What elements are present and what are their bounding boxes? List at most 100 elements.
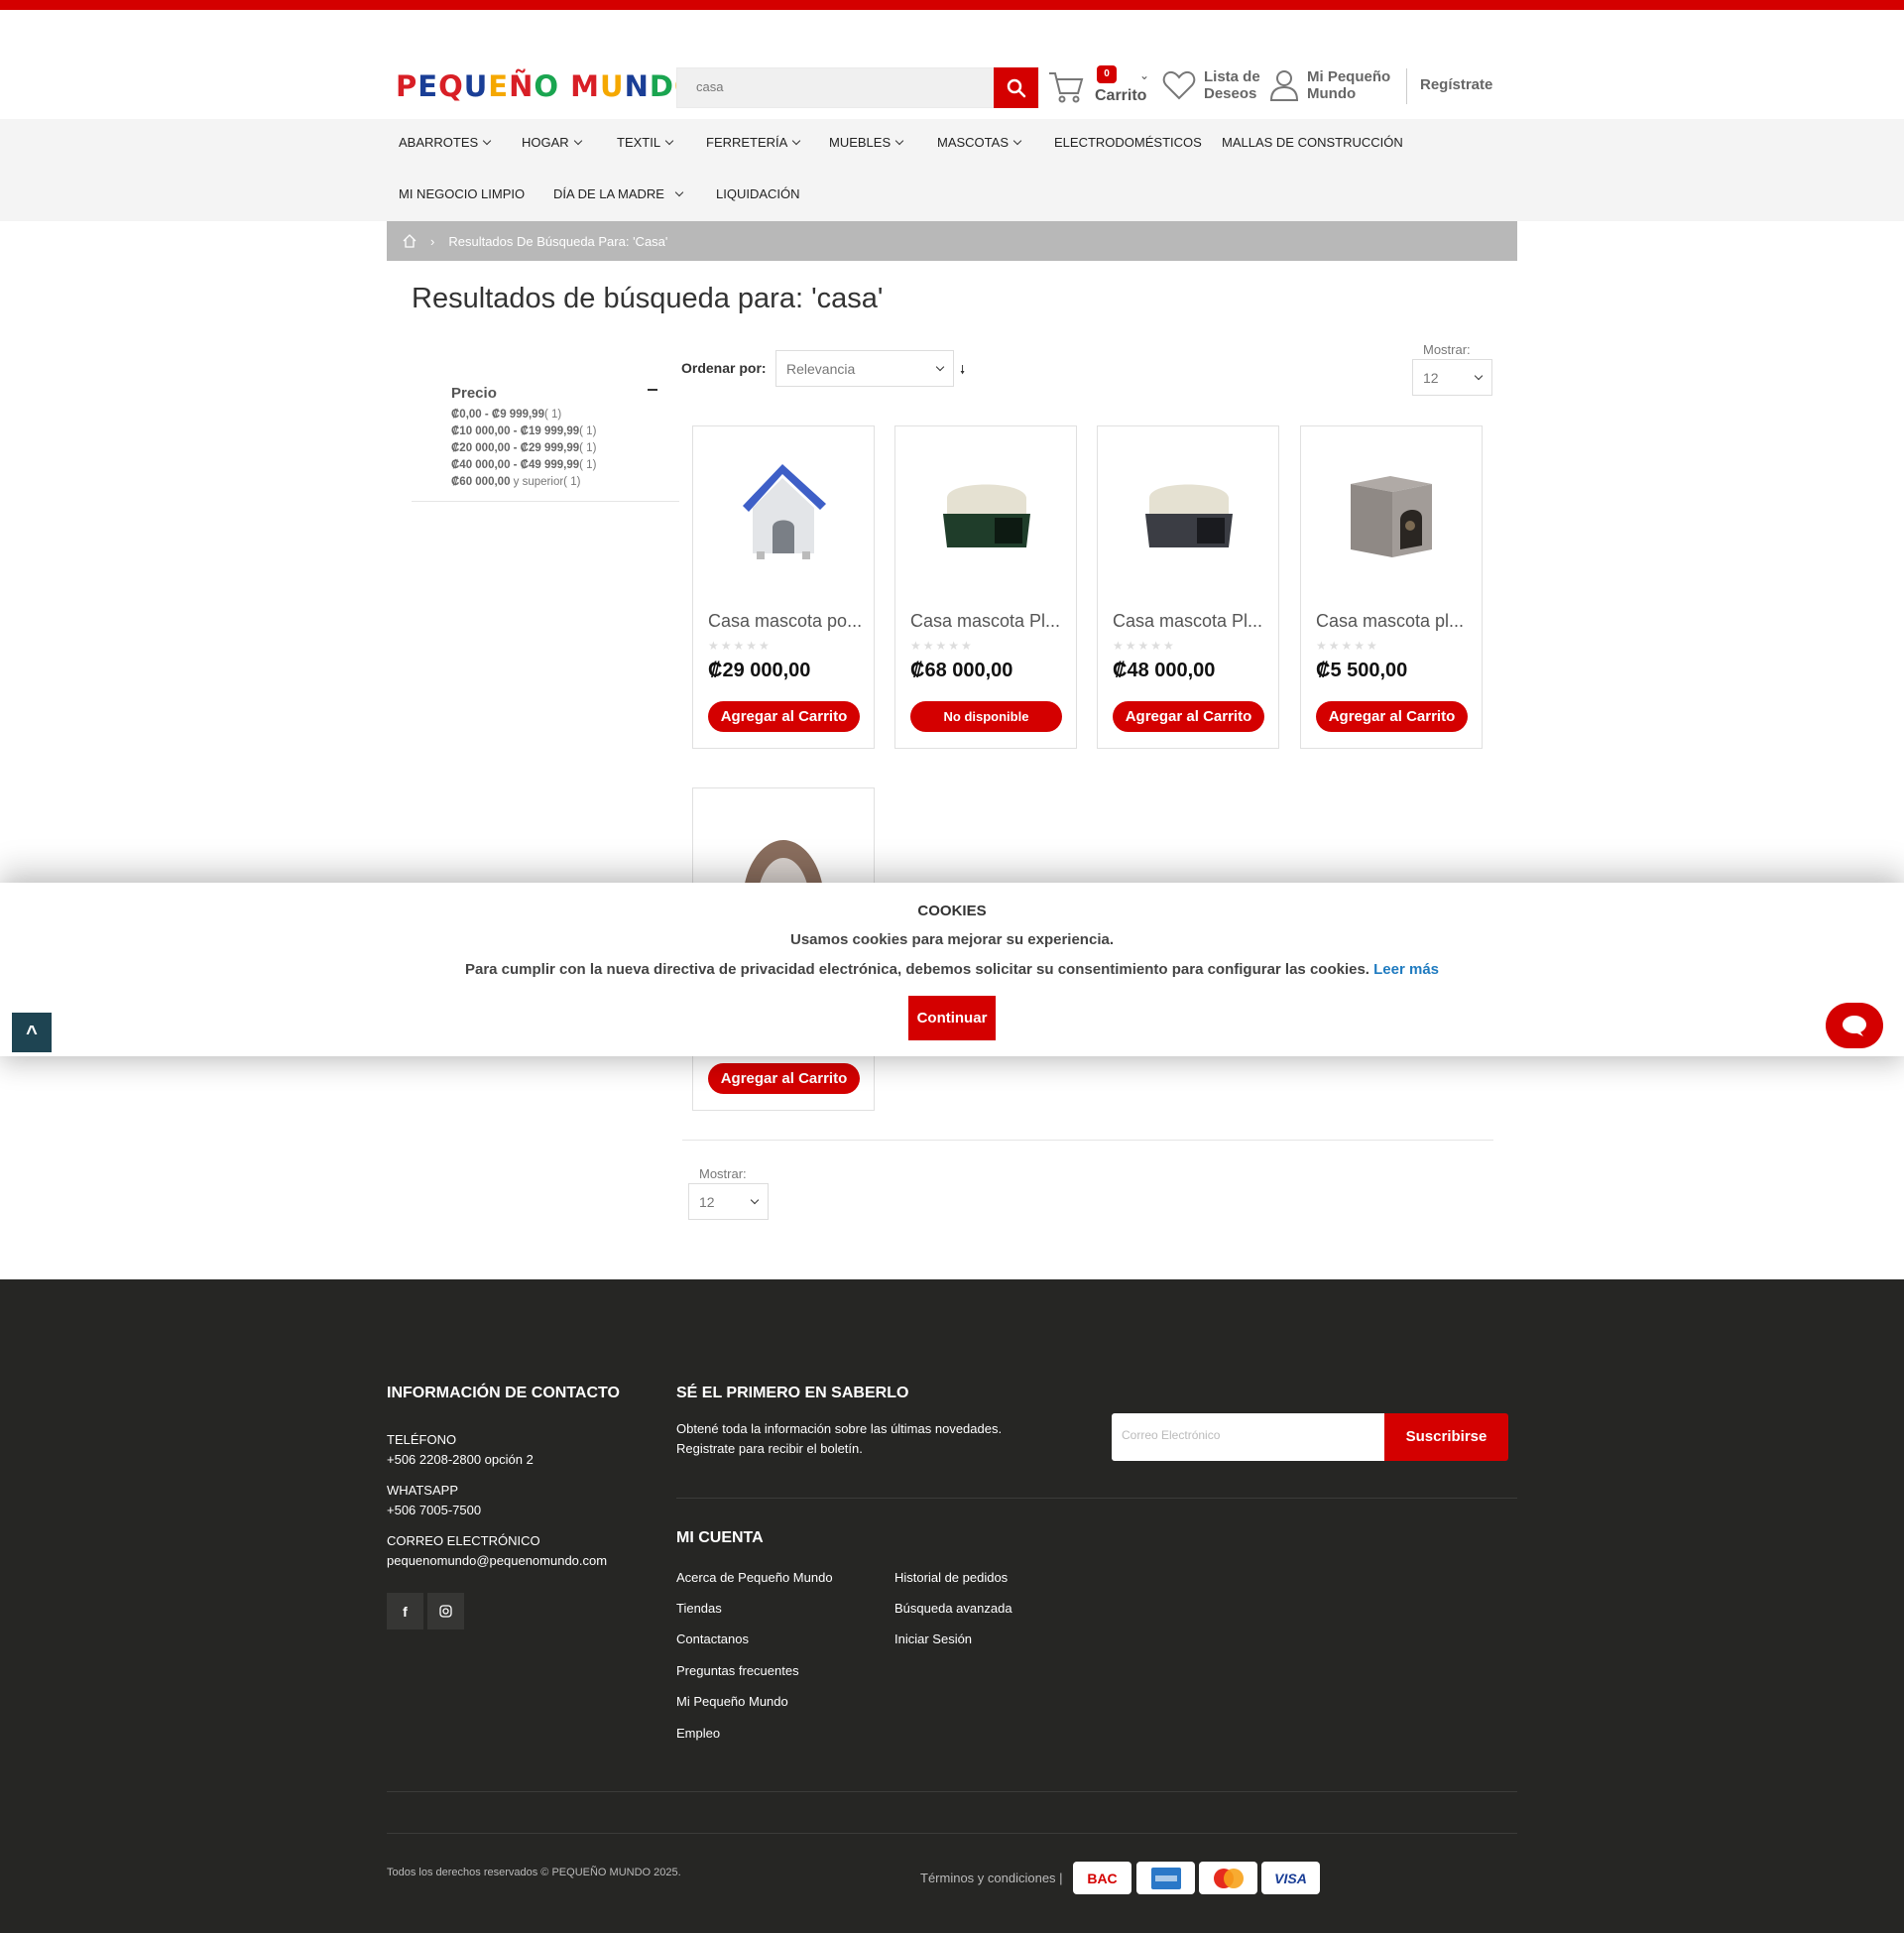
product-image[interactable] xyxy=(1128,446,1249,567)
filter-title[interactable]: Precio xyxy=(451,385,497,402)
limiter-select-bottom[interactable]: 12 xyxy=(688,1183,769,1220)
footer-link[interactable]: Mi Pequeño Mundo xyxy=(676,1694,788,1709)
nav-item-ferreteria[interactable]: FERRETERÍA xyxy=(706,135,801,150)
product-price: ₡48 000,00 xyxy=(1113,660,1216,681)
footer-link[interactable]: Tiendas xyxy=(676,1601,722,1616)
nav-item-muebles[interactable]: MUEBLES xyxy=(829,135,904,150)
logo-letter: M xyxy=(570,69,601,103)
nav-item-textil[interactable]: TEXTIL xyxy=(617,135,674,150)
product-name[interactable]: Casa mascota po... xyxy=(708,611,867,632)
home-icon[interactable] xyxy=(403,234,416,248)
facebook-icon[interactable]: f xyxy=(387,1593,423,1630)
nav-item-hogar[interactable]: HOGAR xyxy=(522,135,582,150)
instagram-icon[interactable] xyxy=(427,1593,464,1630)
chevron-down-icon xyxy=(1012,136,1022,145)
product-name[interactable]: Casa mascota Pl... xyxy=(910,611,1069,632)
footer-link[interactable]: Empleo xyxy=(676,1726,720,1741)
account-link[interactable]: Mi Pequeño Mundo xyxy=(1269,68,1390,102)
site-footer: INFORMACIÓN DE CONTACTO TELÉFONO +506 22… xyxy=(0,1279,1904,1933)
add-to-cart-button[interactable]: Agregar al Carrito xyxy=(708,1063,860,1094)
register-link[interactable]: Regístrate xyxy=(1420,76,1492,93)
logo-letter: O xyxy=(534,69,560,103)
add-to-cart-button[interactable]: Agregar al Carrito xyxy=(708,701,860,732)
subscribe-button[interactable]: Suscribirse xyxy=(1384,1413,1508,1461)
footer-divider xyxy=(387,1833,1517,1834)
account-label-1: Mi Pequeño xyxy=(1307,68,1391,85)
collapse-icon[interactable] xyxy=(648,389,657,391)
phone-value[interactable]: +506 2208-2800 opción 2 xyxy=(387,1450,534,1470)
footer-link[interactable]: Historial de pedidos xyxy=(894,1570,1008,1585)
breadcrumb-current: Resultados De Búsqueda Para: 'Casa' xyxy=(448,233,668,249)
filter-option[interactable]: ₡60 000,00 y superior( 1) xyxy=(451,474,596,491)
filter-option[interactable]: ₡10 000,00 - ₡19 999,99( 1) xyxy=(451,423,596,440)
nav-item-label: FERRETERÍA xyxy=(706,135,788,150)
footer-link[interactable]: Contactanos xyxy=(676,1631,749,1646)
sort-value: Relevancia xyxy=(786,360,856,377)
newsletter-email-input[interactable]: Correo Electrónico xyxy=(1112,1413,1384,1461)
filter-option[interactable]: ₡20 000,00 - ₡29 999,99( 1) xyxy=(451,440,596,457)
unavailable-button[interactable]: No disponible xyxy=(910,701,1062,732)
nav-item-dia-madre[interactable]: DÍA DE LA MADRE xyxy=(553,186,684,201)
nav-item-electrodomesticos[interactable]: ELECTRODOMÉSTICOS xyxy=(1054,135,1202,150)
product-card[interactable]: Casa mascota pl... ★★★★★ ₡5 500,00 Agreg… xyxy=(1300,425,1483,749)
product-name[interactable]: Casa mascota Pl... xyxy=(1113,611,1271,632)
nav-item-mallas[interactable]: MALLAS DE CONSTRUCCIÓN xyxy=(1222,135,1403,150)
chevron-down-icon xyxy=(935,362,945,371)
mastercard-payment-logo xyxy=(1199,1862,1257,1894)
main-nav: ABARROTES HOGAR TEXTIL FERRETERÍA MUEBLE… xyxy=(0,119,1904,221)
chat-button[interactable] xyxy=(1826,1003,1883,1048)
add-to-cart-button[interactable]: Agregar al Carrito xyxy=(1113,701,1264,732)
search-button[interactable] xyxy=(994,67,1038,108)
limiter-select[interactable]: 12 xyxy=(1412,359,1492,396)
product-card[interactable]: Casa mascota Pl... ★★★★★ ₡68 000,00 No d… xyxy=(894,425,1077,749)
product-image[interactable] xyxy=(1331,446,1452,567)
user-icon xyxy=(1269,70,1299,101)
chevron-down-icon xyxy=(664,136,674,145)
nav-item-label: LIQUIDACIÓN xyxy=(716,186,800,201)
cookie-details: Para cumplir con la nueva directiva de p… xyxy=(0,961,1904,978)
product-card[interactable]: Casa mascota po... ★★★★★ ₡29 000,00 Agre… xyxy=(692,425,875,749)
nav-item-abarrotes[interactable]: ABARROTES xyxy=(399,135,492,150)
nav-item-label: DÍA DE LA MADRE xyxy=(553,186,664,201)
email-value[interactable]: pequenomundo@pequenomundo.com xyxy=(387,1551,607,1571)
product-name[interactable]: Casa mascota pl... xyxy=(1316,611,1475,632)
footer-link[interactable]: Acerca de Pequeño Mundo xyxy=(676,1570,833,1585)
footer-link[interactable]: Búsqueda avanzada xyxy=(894,1601,1012,1616)
continue-button[interactable]: Continuar xyxy=(908,996,996,1040)
toolbar-divider xyxy=(682,1140,1493,1141)
site-logo[interactable]: PEQUEÑO MUNDO xyxy=(396,69,700,103)
footer-link[interactable]: Iniciar Sesión xyxy=(894,1631,972,1646)
product-price: ₡68 000,00 xyxy=(910,660,1013,681)
contact-title: INFORMACIÓN DE CONTACTO xyxy=(387,1385,620,1401)
filter-option[interactable]: ₡40 000,00 - ₡49 999,99( 1) xyxy=(451,457,596,474)
nav-item-liquidacion[interactable]: LIQUIDACIÓN xyxy=(716,186,800,201)
back-to-top-button[interactable]: ^ xyxy=(12,1013,52,1052)
footer-link[interactable]: Preguntas frecuentes xyxy=(676,1663,799,1678)
sort-direction-icon[interactable]: 🠗 xyxy=(960,361,965,382)
add-to-cart-button[interactable]: Agregar al Carrito xyxy=(1316,701,1468,732)
limiter-value: 12 xyxy=(699,1193,715,1210)
nav-item-label: MUEBLES xyxy=(829,135,892,150)
product-image[interactable] xyxy=(925,446,1046,567)
read-more-link[interactable]: Leer más xyxy=(1373,961,1439,978)
logo-letter: U xyxy=(600,69,625,103)
wishlist-link[interactable]: Lista de Deseos xyxy=(1162,68,1260,102)
chevron-down-icon[interactable]: ⌄ xyxy=(1139,68,1149,82)
nav-item-mascotas[interactable]: MASCOTAS xyxy=(937,135,1022,150)
newsletter-text-1: Obtené toda la información sobre las últ… xyxy=(676,1421,1003,1436)
cart-icon xyxy=(1049,72,1084,103)
rating-stars: ★★★★★ xyxy=(910,639,974,653)
limiter-label-bottom: Mostrar: xyxy=(699,1166,747,1181)
wishlist-label-2: Deseos xyxy=(1204,85,1257,102)
breadcrumb: › Resultados De Búsqueda Para: 'Casa' xyxy=(387,221,1517,261)
product-card[interactable]: Casa mascota Pl... ★★★★★ ₡48 000,00 Agre… xyxy=(1097,425,1279,749)
sort-select[interactable]: Relevancia xyxy=(775,350,954,387)
product-image[interactable] xyxy=(723,446,844,567)
terms-link[interactable]: Términos y condiciones | xyxy=(920,1871,1063,1885)
cart-button[interactable]: 0 ⌄ Carrito xyxy=(1047,65,1156,115)
filter-option[interactable]: ₡0,00 - ₡9 999,99( 1) xyxy=(451,407,596,423)
nav-item-negocio-limpio[interactable]: MI NEGOCIO LIMPIO xyxy=(399,186,525,201)
search-input[interactable]: casa xyxy=(676,67,1039,108)
nav-item-label: MI NEGOCIO LIMPIO xyxy=(399,186,526,201)
whatsapp-value[interactable]: +506 7005-7500 xyxy=(387,1501,481,1520)
